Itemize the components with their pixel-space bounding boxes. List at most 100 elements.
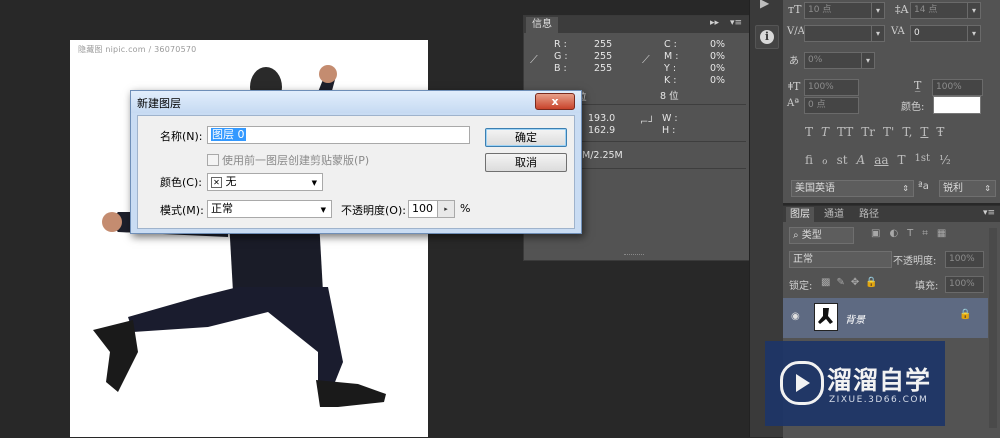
old-style-button[interactable]: ℴ <box>822 153 828 167</box>
opacity-slider-toggle[interactable]: ▸ <box>437 200 455 218</box>
info-tabbar: 信息 ▸▸ ▾≡ <box>524 16 750 33</box>
layer-opacity-field[interactable]: 100% <box>945 251 984 268</box>
color-label: 颜色(C): <box>160 176 202 189</box>
c-value: 0% <box>710 39 726 50</box>
faux-bold-button[interactable]: T <box>805 125 813 139</box>
tab-paths[interactable]: 路径 <box>855 207 883 222</box>
swash-button[interactable]: st <box>837 153 848 167</box>
tab-channels[interactable]: 通道 <box>820 207 848 222</box>
panel-menu-icon[interactable]: ▾≡ <box>983 208 995 218</box>
name-input-value: 图层 0 <box>211 128 246 141</box>
brand-name: 溜溜自学 <box>827 366 932 395</box>
color-select[interactable]: ✕ 无 ▼ <box>207 173 323 191</box>
dialog-title: 新建图层 <box>137 97 181 110</box>
bit-depth-right: 8 位 <box>660 91 679 102</box>
image-watermark: 隐藏图 nipic.com / 36070570 <box>78 45 197 54</box>
vertical-scale-field[interactable]: 100% <box>804 79 859 96</box>
layer-thumbnail <box>814 303 838 331</box>
font-size-icon: ᴛT <box>788 3 802 16</box>
y-position-value: 162.9 <box>588 125 616 136</box>
faux-italic-button[interactable]: T <box>821 125 829 139</box>
font-size-dropdown[interactable]: ▾ <box>871 2 885 19</box>
horizontal-scale-field[interactable]: 100% <box>932 79 983 96</box>
underline-button[interactable]: T <box>920 125 928 139</box>
tsume-field[interactable]: 0% <box>804 52 863 69</box>
kerning-field[interactable] <box>804 25 873 42</box>
leading-dropdown[interactable]: ▾ <box>967 2 981 19</box>
type-style-buttons: T T TT Tr T' T, T Ŧ <box>805 125 995 139</box>
leading-field[interactable]: 14 点 <box>910 2 969 19</box>
x-value: 193.0 <box>588 113 616 124</box>
eyedropper-cmyk-icon: ⟋ <box>642 53 650 66</box>
expand-arrow-icon[interactable]: ▶ <box>760 0 769 10</box>
mode-select-value: 正常 <box>211 202 233 215</box>
brand-url: ZIXUE.3D66.COM <box>829 395 929 405</box>
superscript-button[interactable]: T' <box>883 125 894 139</box>
opacity-input[interactable]: 100 <box>408 200 438 218</box>
antialias-icon: ªa <box>918 181 929 192</box>
kerning-dropdown[interactable]: ▾ <box>871 25 885 42</box>
h-label: H : <box>662 125 676 136</box>
kerning-icon: V/A <box>787 26 805 37</box>
ligature-button[interactable]: fi <box>805 153 813 167</box>
vertical-scale-icon: ǂT <box>788 80 801 93</box>
clip-checkbox-label: 使用前一图层创建剪贴蒙版(P) <box>222 154 370 167</box>
info-panel-icon[interactable]: i <box>755 25 779 49</box>
blend-mode-value: 正常 <box>793 254 813 265</box>
stylistic-alt-button[interactable]: A <box>857 153 866 167</box>
panel-resize-grip[interactable] <box>624 254 644 258</box>
strikethrough-button[interactable]: Ŧ <box>936 125 944 139</box>
panel-menu-icon[interactable]: ▾≡ <box>730 18 742 28</box>
tab-info[interactable]: 信息 <box>526 17 558 33</box>
g-label: G : <box>554 51 568 62</box>
dialog-titlebar[interactable]: 新建图层 x <box>131 91 581 113</box>
close-button[interactable]: x <box>535 93 575 110</box>
cancel-button[interactable]: 取消 <box>485 153 567 172</box>
tsume-dropdown[interactable]: ▾ <box>861 52 875 69</box>
ordinals-button[interactable]: 1st <box>915 153 931 167</box>
layer-filter-select[interactable]: ⌕ 类型 <box>789 227 854 244</box>
fractions-button[interactable]: ½ <box>939 153 951 167</box>
antialias-select[interactable]: 锐利 ⇕ <box>939 180 996 197</box>
ornaments-button[interactable]: T <box>898 153 906 167</box>
language-select[interactable]: 美国英语 ⇕ <box>791 180 914 197</box>
fill-field[interactable]: 100% <box>945 276 984 293</box>
select-arrows-icon: ⇕ <box>984 184 991 193</box>
ok-button[interactable]: 确定 <box>485 128 567 147</box>
filter-icons: ▣◐T⌗▦ <box>871 228 956 239</box>
b-value: 255 <box>594 63 613 74</box>
panel-collapse-icon[interactable]: ▸▸ <box>710 18 719 28</box>
layer-row-background[interactable]: ◉ 背景 🔒 <box>783 298 988 338</box>
eyedropper-rgb-icon: ⟋ <box>530 53 538 66</box>
language-value: 美国英语 <box>795 183 835 194</box>
tracking-icon: VA <box>891 26 905 37</box>
small-caps-button[interactable]: Tr <box>861 125 875 139</box>
subscript-button[interactable]: T, <box>902 125 912 139</box>
color-select-value: 无 <box>225 175 237 188</box>
dialog-body: 名称(N): 图层 0 使用前一图层创建剪贴蒙版(P) 颜色(C): ✕ 无 ▼… <box>137 115 575 229</box>
text-color-label: 颜色: <box>901 102 925 113</box>
layers-tabbar: 图层 通道 路径 ▾≡ <box>783 206 1000 222</box>
clip-checkbox[interactable] <box>207 154 219 166</box>
font-size-field[interactable]: 10 点 <box>804 2 873 19</box>
baseline-shift-field[interactable]: 0 点 <box>804 97 859 114</box>
text-color-swatch[interactable] <box>933 96 981 114</box>
all-caps-button[interactable]: TT <box>837 125 853 139</box>
tab-layers[interactable]: 图层 <box>786 207 814 222</box>
layer-name[interactable]: 背景 <box>845 311 865 326</box>
layer-scrollbar[interactable] <box>989 228 997 428</box>
tracking-dropdown[interactable]: ▾ <box>967 25 981 42</box>
eye-icon[interactable]: ◉ <box>791 311 800 322</box>
character-panel: ᴛT 10 点 ▾ ‡A 14 点 ▾ V/A ▾ VA 0 ▾ あ 0% ▾ … <box>783 0 1000 203</box>
fill-label: 填充: <box>915 281 939 292</box>
play-logo-icon <box>780 361 824 405</box>
name-input[interactable]: 图层 0 <box>207 126 470 144</box>
tracking-field[interactable]: 0 <box>910 25 969 42</box>
opacity-input-value: 100 <box>412 202 433 215</box>
blend-mode-select[interactable]: 正常 <box>789 251 892 268</box>
y-value: 0% <box>710 63 726 74</box>
b-label: B : <box>554 63 567 74</box>
mode-select[interactable]: 正常 ▼ <box>207 200 332 218</box>
titling-alt-button[interactable]: aa <box>874 153 888 167</box>
m-label: M : <box>664 51 679 62</box>
